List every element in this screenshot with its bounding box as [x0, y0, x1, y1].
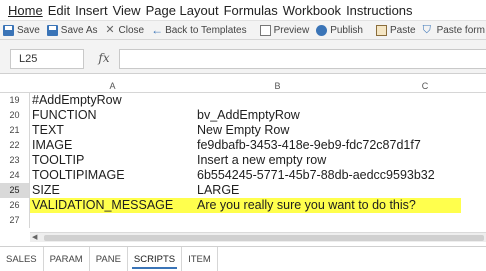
tab-param[interactable]: PARAM — [44, 246, 90, 271]
save-as-icon — [46, 24, 58, 36]
save-as-label: Save As — [60, 24, 98, 36]
column-header-c[interactable]: C — [360, 80, 486, 93]
cell-b[interactable]: Insert a new empty row — [195, 153, 485, 168]
table-row: 19 #AddEmptyRow — [0, 93, 486, 108]
cell-a[interactable]: TOOLTIP — [30, 153, 195, 168]
paste-format-icon: ⛉ — [422, 23, 431, 36]
publish-icon — [316, 24, 328, 36]
cell-a[interactable]: SIZE — [30, 183, 195, 198]
cell-a[interactable]: TOOLTIPIMAGE — [30, 168, 195, 183]
back-label: Back to Templates — [165, 24, 247, 36]
spreadsheet-grid: A B C 19 #AddEmptyRow 20 FUNCTION bv_Add… — [0, 80, 486, 232]
paste-format-button[interactable]: ⛉ Paste form — [420, 21, 486, 39]
formula-input[interactable] — [119, 49, 486, 69]
save-label: Save — [17, 24, 40, 36]
publish-button[interactable]: Publish — [313, 21, 367, 39]
cell-b[interactable]: bv_AddEmptyRow — [195, 108, 485, 123]
preview-icon — [259, 24, 271, 36]
cell-a[interactable]: TEXT — [30, 123, 195, 138]
cell-b[interactable]: fe9dbafb-3453-418e-9eb9-fdc72c87d1f7 — [195, 138, 485, 153]
close-label: Close — [118, 24, 145, 36]
column-header-b[interactable]: B — [195, 80, 360, 93]
formula-bar: L25 fx — [0, 40, 486, 74]
table-row: 27 — [0, 213, 486, 228]
tab-pane[interactable]: PANE — [90, 246, 128, 271]
cell-a[interactable]: FUNCTION — [30, 108, 195, 123]
menu-page-layout[interactable]: Page Layout — [146, 3, 224, 18]
table-row: 21 TEXT New Empty Row — [0, 123, 486, 138]
tab-item[interactable]: ITEM — [182, 246, 218, 271]
row-number[interactable]: 22 — [0, 138, 30, 153]
preview-button[interactable]: Preview — [257, 21, 314, 39]
table-row: 22 IMAGE fe9dbafb-3453-418e-9eb9-fdc72c8… — [0, 138, 486, 153]
name-box[interactable]: L25 — [10, 49, 84, 69]
tab-scripts[interactable]: SCRIPTS — [128, 246, 183, 271]
row-number[interactable]: 26 — [0, 198, 30, 213]
paste-icon — [376, 24, 387, 36]
paste-label: Paste — [390, 24, 416, 36]
scrollbar-thumb[interactable] — [44, 235, 484, 241]
close-button[interactable]: ✕ Close — [102, 21, 149, 39]
save-icon — [3, 24, 14, 36]
scroll-left-icon[interactable]: ◀ — [32, 234, 42, 242]
table-row: 23 TOOLTIP Insert a new empty row — [0, 153, 486, 168]
back-arrow-icon: ← — [151, 22, 164, 37]
menu-insert[interactable]: Insert — [75, 3, 113, 18]
menu-workbook[interactable]: Workbook — [283, 3, 346, 18]
row-number[interactable]: 21 — [0, 123, 30, 138]
row-number[interactable]: 19 — [0, 93, 30, 108]
column-header-a[interactable]: A — [30, 80, 195, 93]
close-icon: ✕ — [105, 23, 115, 36]
tab-sales[interactable]: SALES — [0, 246, 44, 271]
paste-button[interactable]: Paste — [373, 21, 420, 39]
grid-corner[interactable] — [0, 80, 30, 93]
row-number[interactable]: 27 — [0, 213, 30, 228]
cell-a[interactable] — [30, 213, 195, 228]
menu-instructions[interactable]: Instructions — [346, 3, 417, 18]
cell-b[interactable] — [195, 93, 485, 108]
menu-formulas[interactable]: Formulas — [224, 3, 283, 18]
fx-icon[interactable]: fx — [93, 49, 115, 69]
menu-edit[interactable]: Edit — [48, 3, 75, 18]
cell-a[interactable]: VALIDATION_MESSAGE — [30, 198, 195, 213]
publish-label: Publish — [330, 24, 363, 36]
cell-a[interactable]: #AddEmptyRow — [30, 93, 195, 108]
horizontal-scrollbar[interactable]: ◀ — [30, 232, 486, 242]
menu-home[interactable]: Home — [0, 3, 48, 18]
table-row: 25 SIZE LARGE — [0, 183, 486, 198]
save-as-button[interactable]: Save As — [44, 21, 102, 39]
save-button[interactable]: Save — [0, 21, 44, 39]
sheet-tabs: SALES PARAM PANE SCRIPTS ITEM — [0, 246, 486, 271]
cell-b[interactable]: LARGE — [195, 183, 485, 198]
preview-label: Preview — [273, 24, 310, 36]
toolbar: Save Save As ✕ Close ← Back to Templates… — [0, 20, 486, 40]
cell-b[interactable]: 6b554245-5771-45b7-88db-aedcc9593b32 — [195, 168, 485, 183]
cell-b[interactable]: New Empty Row — [195, 123, 485, 138]
cell-b[interactable]: Are you really sure you want to do this? — [195, 198, 461, 213]
paste-format-label: Paste form — [436, 24, 485, 36]
table-row: 20 FUNCTION bv_AddEmptyRow — [0, 108, 486, 123]
row-number-selected[interactable]: 25 — [0, 183, 30, 198]
menu-bar: Home Edit Insert View Page Layout Formul… — [0, 0, 486, 20]
cell-b[interactable] — [195, 213, 485, 228]
back-to-templates-button[interactable]: ← Back to Templates — [148, 21, 251, 39]
row-number[interactable]: 23 — [0, 153, 30, 168]
row-number[interactable]: 24 — [0, 168, 30, 183]
table-row-highlighted: 26 VALIDATION_MESSAGE Are you really sur… — [0, 198, 486, 213]
menu-view[interactable]: View — [113, 3, 146, 18]
table-row: 24 TOOLTIPIMAGE 6b554245-5771-45b7-88db-… — [0, 168, 486, 183]
row-number[interactable]: 20 — [0, 108, 30, 123]
cell-a[interactable]: IMAGE — [30, 138, 195, 153]
